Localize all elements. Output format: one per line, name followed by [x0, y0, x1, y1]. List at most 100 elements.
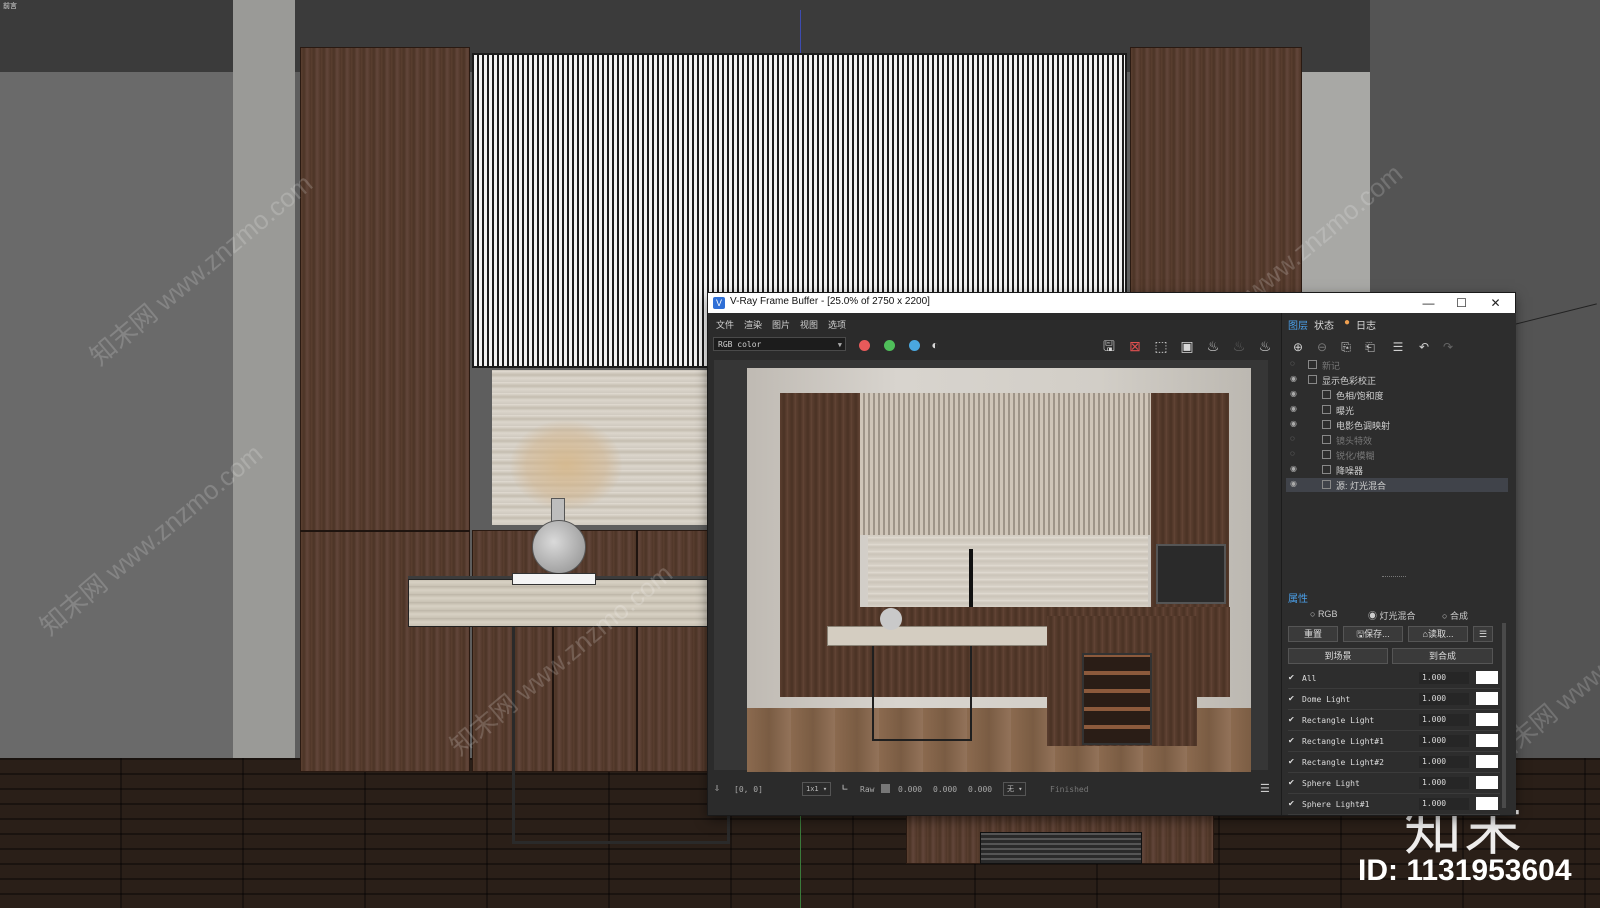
clear-image-icon[interactable]: ⊠	[1126, 337, 1144, 355]
menu-view[interactable]: 视图	[800, 318, 818, 331]
load-layers-icon[interactable]: ⎗	[1362, 339, 1378, 355]
light-intensity-input[interactable]: 1.000	[1419, 777, 1469, 789]
reset-button[interactable]: 重置	[1288, 626, 1338, 642]
alpha-channel-icon[interactable]: ◐	[926, 336, 944, 354]
red-channel-button[interactable]	[859, 340, 870, 351]
light-enable-checkbox[interactable]: ✔	[1288, 800, 1296, 808]
tall-cabinet-left	[300, 47, 470, 772]
render-faucet	[969, 549, 973, 607]
layer-row[interactable]: ◉ 显示色彩校正	[1286, 373, 1508, 387]
vray-logo-icon: V	[713, 297, 725, 309]
panel-splitter[interactable]	[1382, 576, 1406, 579]
eye-icon[interactable]: ◌	[1290, 359, 1295, 368]
layer-row[interactable]: ◉ 源: 灯光混合	[1286, 478, 1508, 492]
minimize-button[interactable]: —	[1412, 293, 1445, 313]
redo-icon[interactable]: ↷	[1440, 339, 1456, 355]
save-image-icon[interactable]: 🖫	[1100, 337, 1118, 355]
light-enable-checkbox[interactable]: ✔	[1288, 674, 1296, 682]
light-color-swatch[interactable]	[1476, 713, 1498, 726]
load-preset-button[interactable]: ⌂读取...	[1408, 626, 1468, 642]
remove-layer-icon[interactable]: ⊖	[1314, 339, 1330, 355]
radio-option[interactable]: ◉ 灯光混合	[1368, 609, 1416, 622]
layer-list-icon[interactable]: ☰	[1390, 339, 1406, 355]
channel-select[interactable]: RGB color ▼	[713, 337, 846, 351]
menu-options[interactable]: 选项	[828, 318, 846, 331]
log-icon[interactable]: ☰	[1260, 782, 1270, 795]
render-canvas-area[interactable]	[714, 360, 1268, 772]
interactive-render-icon[interactable]: ♨	[1204, 337, 1222, 355]
radio-option[interactable]: ○ 合成	[1442, 609, 1468, 622]
green-channel-button[interactable]	[884, 340, 895, 351]
color-mode-select[interactable]: 无 ▾	[1003, 782, 1027, 796]
light-intensity-input[interactable]: 1.000	[1419, 756, 1469, 768]
layer-name: 源: 灯光混合	[1336, 481, 1387, 491]
light-intensity-input[interactable]: 1.000	[1419, 714, 1469, 726]
layer-row[interactable]: ◉ 降噪器	[1286, 463, 1508, 477]
stop-render-icon[interactable]: ♨	[1230, 337, 1248, 355]
light-color-swatch[interactable]	[1476, 692, 1498, 705]
tab-layers[interactable]: 图层	[1288, 317, 1308, 332]
radio-label: 合成	[1449, 611, 1468, 621]
eye-icon[interactable]: ◉	[1290, 479, 1297, 488]
undo-icon[interactable]: ↶	[1416, 339, 1432, 355]
eye-icon[interactable]: ◉	[1290, 389, 1297, 398]
tab-log[interactable]: 日志	[1356, 317, 1376, 332]
light-enable-checkbox[interactable]: ✔	[1288, 779, 1296, 787]
save-layers-icon[interactable]: ⎘	[1338, 339, 1354, 355]
to-composite-button[interactable]: 到合成	[1392, 648, 1493, 664]
light-color-swatch[interactable]	[1476, 797, 1498, 810]
light-intensity-input[interactable]: 1.000	[1419, 693, 1469, 705]
layer-row[interactable]: ◉ 曝光	[1286, 403, 1508, 417]
log-indicator-icon: ●	[1344, 317, 1351, 328]
save-preset-button[interactable]: 🖫保存...	[1343, 626, 1403, 642]
eye-icon[interactable]: ◉	[1290, 404, 1297, 413]
layer-row[interactable]: ◌ 新记	[1286, 358, 1508, 372]
eye-icon[interactable]: ◉	[1290, 419, 1297, 428]
light-color-swatch[interactable]	[1476, 734, 1498, 747]
menu-image[interactable]: 图片	[772, 318, 790, 331]
layer-name: 曝光	[1336, 406, 1355, 416]
layer-row[interactable]: ◌ 镜头特效	[1286, 433, 1508, 447]
light-color-swatch[interactable]	[1476, 755, 1498, 768]
radio-label: 灯光混合	[1379, 611, 1416, 621]
menu-file[interactable]: 文件	[716, 318, 734, 331]
region-render-icon[interactable]: ⬚	[1152, 337, 1170, 355]
eye-icon[interactable]: ◌	[1290, 449, 1295, 458]
save-preset-label: 保存...	[1364, 629, 1390, 639]
render-teapot-icon[interactable]: ♨	[1256, 337, 1274, 355]
light-enable-checkbox[interactable]: ✔	[1288, 758, 1296, 766]
radio-option[interactable]: ○ RGB	[1310, 609, 1337, 619]
radio-icon: ○	[1442, 611, 1450, 621]
close-button[interactable]: ✕	[1479, 293, 1512, 313]
add-layer-icon[interactable]: ⊕	[1290, 339, 1306, 355]
light-color-swatch[interactable]	[1476, 776, 1498, 789]
eye-icon[interactable]: ◌	[1290, 434, 1295, 443]
layer-row[interactable]: ◌ 锐化/模糊	[1286, 448, 1508, 462]
light-intensity-input[interactable]: 1.000	[1419, 735, 1469, 747]
ratio-select[interactable]: 1x1 ▾	[802, 782, 832, 796]
viewport-left-wall	[0, 72, 233, 762]
pixel-info-icon[interactable]: ⇩	[714, 783, 720, 794]
light-enable-checkbox[interactable]: ✔	[1288, 737, 1296, 745]
to-scene-button[interactable]: 到场景	[1288, 648, 1388, 664]
properties-scrollbar[interactable]	[1502, 623, 1506, 808]
blue-channel-button[interactable]	[909, 340, 920, 351]
light-intensity-input[interactable]: 1.000	[1419, 798, 1469, 810]
light-intensity-input[interactable]: 1.000	[1419, 672, 1469, 684]
tab-stats[interactable]: 状态	[1314, 317, 1334, 332]
color-picker-icon[interactable]: ∟	[842, 783, 848, 794]
layer-row[interactable]: ◉ 电影色调映射	[1286, 418, 1508, 432]
menu-render[interactable]: 渲染	[744, 318, 762, 331]
eye-icon[interactable]: ◉	[1290, 464, 1297, 473]
layer-row[interactable]: ◉ 色相/饱和度	[1286, 388, 1508, 402]
compare-icon[interactable]: ▣	[1178, 337, 1196, 355]
light-enable-checkbox[interactable]: ✔	[1288, 716, 1296, 724]
light-enable-checkbox[interactable]: ✔	[1288, 695, 1296, 703]
list-options-button[interactable]: ☰	[1473, 626, 1493, 642]
light-color-swatch[interactable]	[1476, 671, 1498, 684]
vray-frame-buffer-window[interactable]: V V-Ray Frame Buffer - [25.0% of 2750 x …	[708, 293, 1516, 815]
window-titlebar[interactable]: V V-Ray Frame Buffer - [25.0% of 2750 x …	[708, 293, 1515, 313]
eye-icon[interactable]: ◉	[1290, 374, 1297, 383]
light-name: Sphere Light#1	[1302, 800, 1370, 809]
maximize-button[interactable]: ☐	[1445, 293, 1478, 313]
